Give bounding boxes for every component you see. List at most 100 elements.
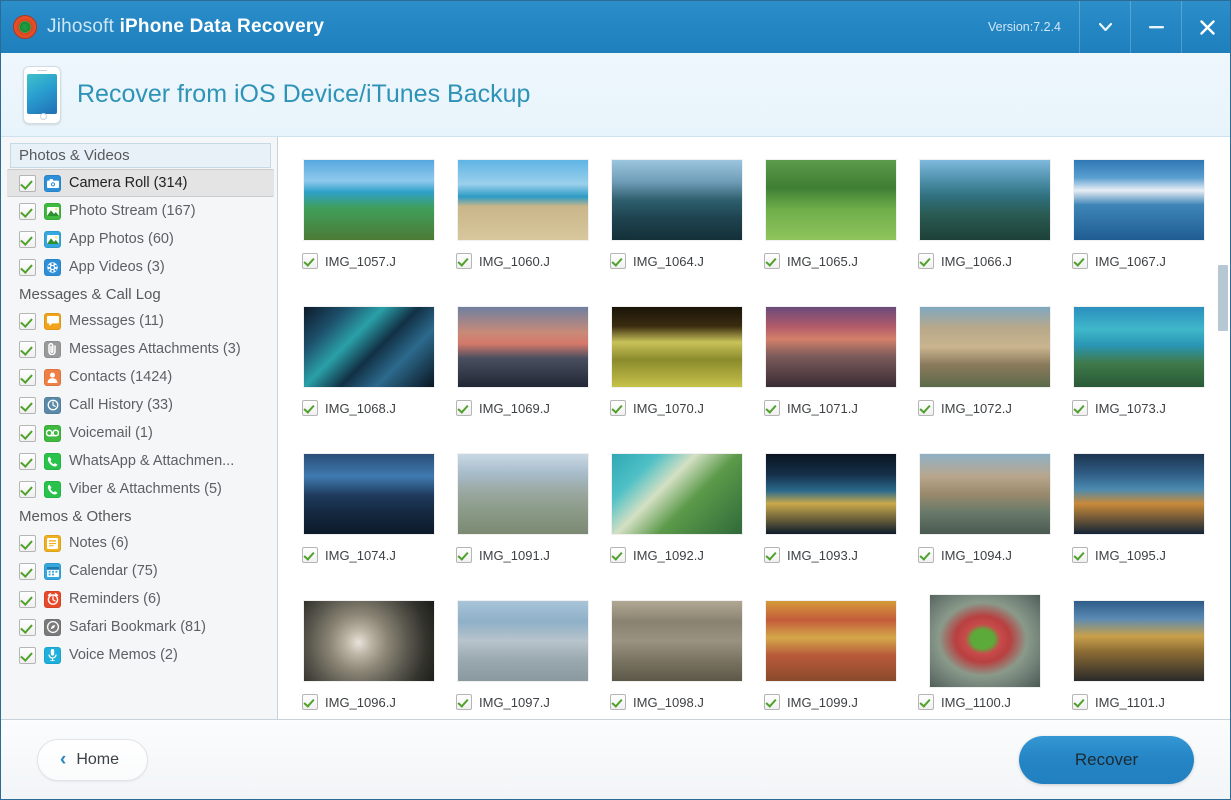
checkbox-checked-icon[interactable] xyxy=(19,369,36,386)
thumbnail-image-wrapper[interactable] xyxy=(600,306,754,388)
minimize-button[interactable] xyxy=(1130,1,1181,53)
thumbnail-image-wrapper[interactable] xyxy=(754,306,908,388)
photo-thumbnail-stadium-aerial[interactable] xyxy=(930,595,1040,687)
thumbnail-cell[interactable]: IMG_1071.J xyxy=(754,306,908,416)
checkbox-checked-icon[interactable] xyxy=(456,547,472,563)
thumbnail-image-wrapper[interactable] xyxy=(908,600,1062,682)
thumbnail-cell[interactable]: IMG_1073.J xyxy=(1062,306,1216,416)
thumbnail-cell[interactable]: IMG_1098.J xyxy=(600,600,754,710)
checkbox-checked-icon[interactable] xyxy=(302,400,318,416)
thumbnail-image-wrapper[interactable] xyxy=(1062,600,1216,682)
thumbnail-cell[interactable]: IMG_1072.J xyxy=(908,306,1062,416)
photo-thumbnail-river-night-lights[interactable] xyxy=(1074,454,1204,534)
thumbnail-image-wrapper[interactable] xyxy=(600,600,754,682)
thumbnail-cell[interactable]: IMG_1093.J xyxy=(754,453,908,563)
checkbox-checked-icon[interactable] xyxy=(302,694,318,710)
sidebar-item-voice-memos-2[interactable]: Voice Memos (2) xyxy=(7,641,274,669)
sidebar-item-notes-6[interactable]: Notes (6) xyxy=(7,529,274,557)
sidebar-item-calendar-75[interactable]: Calendar (75) xyxy=(7,557,274,585)
sidebar-item-whatsapp-attachmen[interactable]: WhatsApp & Attachmen... xyxy=(7,447,274,475)
photo-thumbnail-ferris-wheel-sunset[interactable] xyxy=(458,307,588,387)
checkbox-checked-icon[interactable] xyxy=(19,341,36,358)
category-sidebar[interactable]: Photos & VideosCamera Roll (314)Photo St… xyxy=(1,137,278,719)
checkbox-checked-icon[interactable] xyxy=(19,535,36,552)
thumbnail-image-wrapper[interactable] xyxy=(1062,159,1216,241)
sidebar-item-viber-attachments-5[interactable]: Viber & Attachments (5) xyxy=(7,475,274,503)
photo-thumbnail-alpine-lake[interactable] xyxy=(920,160,1050,240)
thumbnail-image-wrapper[interactable] xyxy=(1062,306,1216,388)
thumbnail-image-wrapper[interactable] xyxy=(600,453,754,535)
thumbnail-image-wrapper[interactable] xyxy=(754,159,908,241)
thumbnail-image-wrapper[interactable] xyxy=(1062,453,1216,535)
thumbnail-cell[interactable]: IMG_1095.J xyxy=(1062,453,1216,563)
checkbox-checked-icon[interactable] xyxy=(456,253,472,269)
close-button[interactable] xyxy=(1181,1,1231,53)
photo-thumbnail-turquoise-bay[interactable] xyxy=(1074,307,1204,387)
sidebar-item-reminders-6[interactable]: Reminders (6) xyxy=(7,585,274,613)
photo-thumbnail-skyline-dusk[interactable] xyxy=(304,454,434,534)
sidebar-item-call-history-33[interactable]: Call History (33) xyxy=(7,391,274,419)
checkbox-checked-icon[interactable] xyxy=(918,400,934,416)
checkbox-checked-icon[interactable] xyxy=(764,547,780,563)
thumbnail-image-wrapper[interactable] xyxy=(446,159,600,241)
sidebar-item-messages-11[interactable]: Messages (11) xyxy=(7,307,274,335)
thumbnail-image-wrapper[interactable] xyxy=(446,600,600,682)
checkbox-checked-icon[interactable] xyxy=(918,253,934,269)
checkbox-checked-icon[interactable] xyxy=(456,400,472,416)
sidebar-item-camera-roll-314[interactable]: Camera Roll (314) xyxy=(7,169,274,197)
checkbox-checked-icon[interactable] xyxy=(19,425,36,442)
checkbox-checked-icon[interactable] xyxy=(19,591,36,608)
thumbnail-image-wrapper[interactable] xyxy=(908,306,1062,388)
thumbnail-cell[interactable]: IMG_1070.J xyxy=(600,306,754,416)
photo-thumbnail-beached-boats[interactable] xyxy=(458,160,588,240)
thumbnail-image-wrapper[interactable] xyxy=(908,159,1062,241)
thumbnail-image-wrapper[interactable] xyxy=(292,159,446,241)
checkbox-checked-icon[interactable] xyxy=(19,647,36,664)
checkbox-checked-icon[interactable] xyxy=(918,694,934,710)
checkbox-checked-icon[interactable] xyxy=(19,313,36,330)
thumbnail-image-wrapper[interactable] xyxy=(908,453,1062,535)
sidebar-item-voicemail-1[interactable]: Voicemail (1) xyxy=(7,419,274,447)
checkbox-checked-icon[interactable] xyxy=(610,547,626,563)
checkbox-checked-icon[interactable] xyxy=(610,694,626,710)
thumbnail-image-wrapper[interactable] xyxy=(292,600,446,682)
photo-thumbnail-coastal-cliff-town[interactable] xyxy=(612,454,742,534)
sidebar-item-contacts-1424[interactable]: Contacts (1424) xyxy=(7,363,274,391)
photo-thumbnail-lake-mountains[interactable] xyxy=(612,160,742,240)
checkbox-checked-icon[interactable] xyxy=(456,694,472,710)
thumbnail-cell[interactable]: IMG_1096.J xyxy=(292,600,446,710)
scrollbar-thumb[interactable] xyxy=(1218,265,1228,331)
checkbox-checked-icon[interactable] xyxy=(19,259,36,276)
checkbox-checked-icon[interactable] xyxy=(764,253,780,269)
photo-thumbnail-purple-sunset-ruins[interactable] xyxy=(766,307,896,387)
thumbnail-cell[interactable]: IMG_1057.J xyxy=(292,159,446,269)
checkbox-checked-icon[interactable] xyxy=(1072,547,1088,563)
photo-thumbnail-colosseum-interior[interactable] xyxy=(612,601,742,681)
thumbnail-cell[interactable]: IMG_1100.J xyxy=(908,600,1062,710)
checkbox-checked-icon[interactable] xyxy=(19,203,36,220)
thumbnail-image-wrapper[interactable] xyxy=(754,600,908,682)
thumbnail-cell[interactable]: IMG_1064.J xyxy=(600,159,754,269)
checkbox-checked-icon[interactable] xyxy=(764,694,780,710)
checkbox-checked-icon[interactable] xyxy=(19,397,36,414)
photo-thumbnail-marina-night[interactable] xyxy=(766,454,896,534)
checkbox-checked-icon[interactable] xyxy=(1072,694,1088,710)
thumbnail-cell[interactable]: IMG_1099.J xyxy=(754,600,908,710)
checkbox-checked-icon[interactable] xyxy=(764,400,780,416)
checkbox-checked-icon[interactable] xyxy=(302,547,318,563)
thumbnail-image-wrapper[interactable] xyxy=(446,306,600,388)
sidebar-item-app-videos-3[interactable]: App Videos (3) xyxy=(7,253,274,281)
photo-thumbnail-garden-path[interactable] xyxy=(766,160,896,240)
photo-thumbnail-colorful-old-town[interactable] xyxy=(766,601,896,681)
checkbox-checked-icon[interactable] xyxy=(19,619,36,636)
thumbnail-cell[interactable]: IMG_1097.J xyxy=(446,600,600,710)
thumbnail-cell[interactable]: IMG_1074.J xyxy=(292,453,446,563)
thumbnail-cell[interactable]: IMG_1091.J xyxy=(446,453,600,563)
thumbnail-cell[interactable]: IMG_1092.J xyxy=(600,453,754,563)
checkbox-checked-icon[interactable] xyxy=(19,453,36,470)
thumbnail-cell[interactable]: IMG_1068.J xyxy=(292,306,446,416)
thumbnail-cell[interactable]: IMG_1094.J xyxy=(908,453,1062,563)
thumbnail-cell[interactable]: IMG_1060.J xyxy=(446,159,600,269)
menu-dropdown-button[interactable] xyxy=(1079,1,1130,53)
checkbox-checked-icon[interactable] xyxy=(19,563,36,580)
